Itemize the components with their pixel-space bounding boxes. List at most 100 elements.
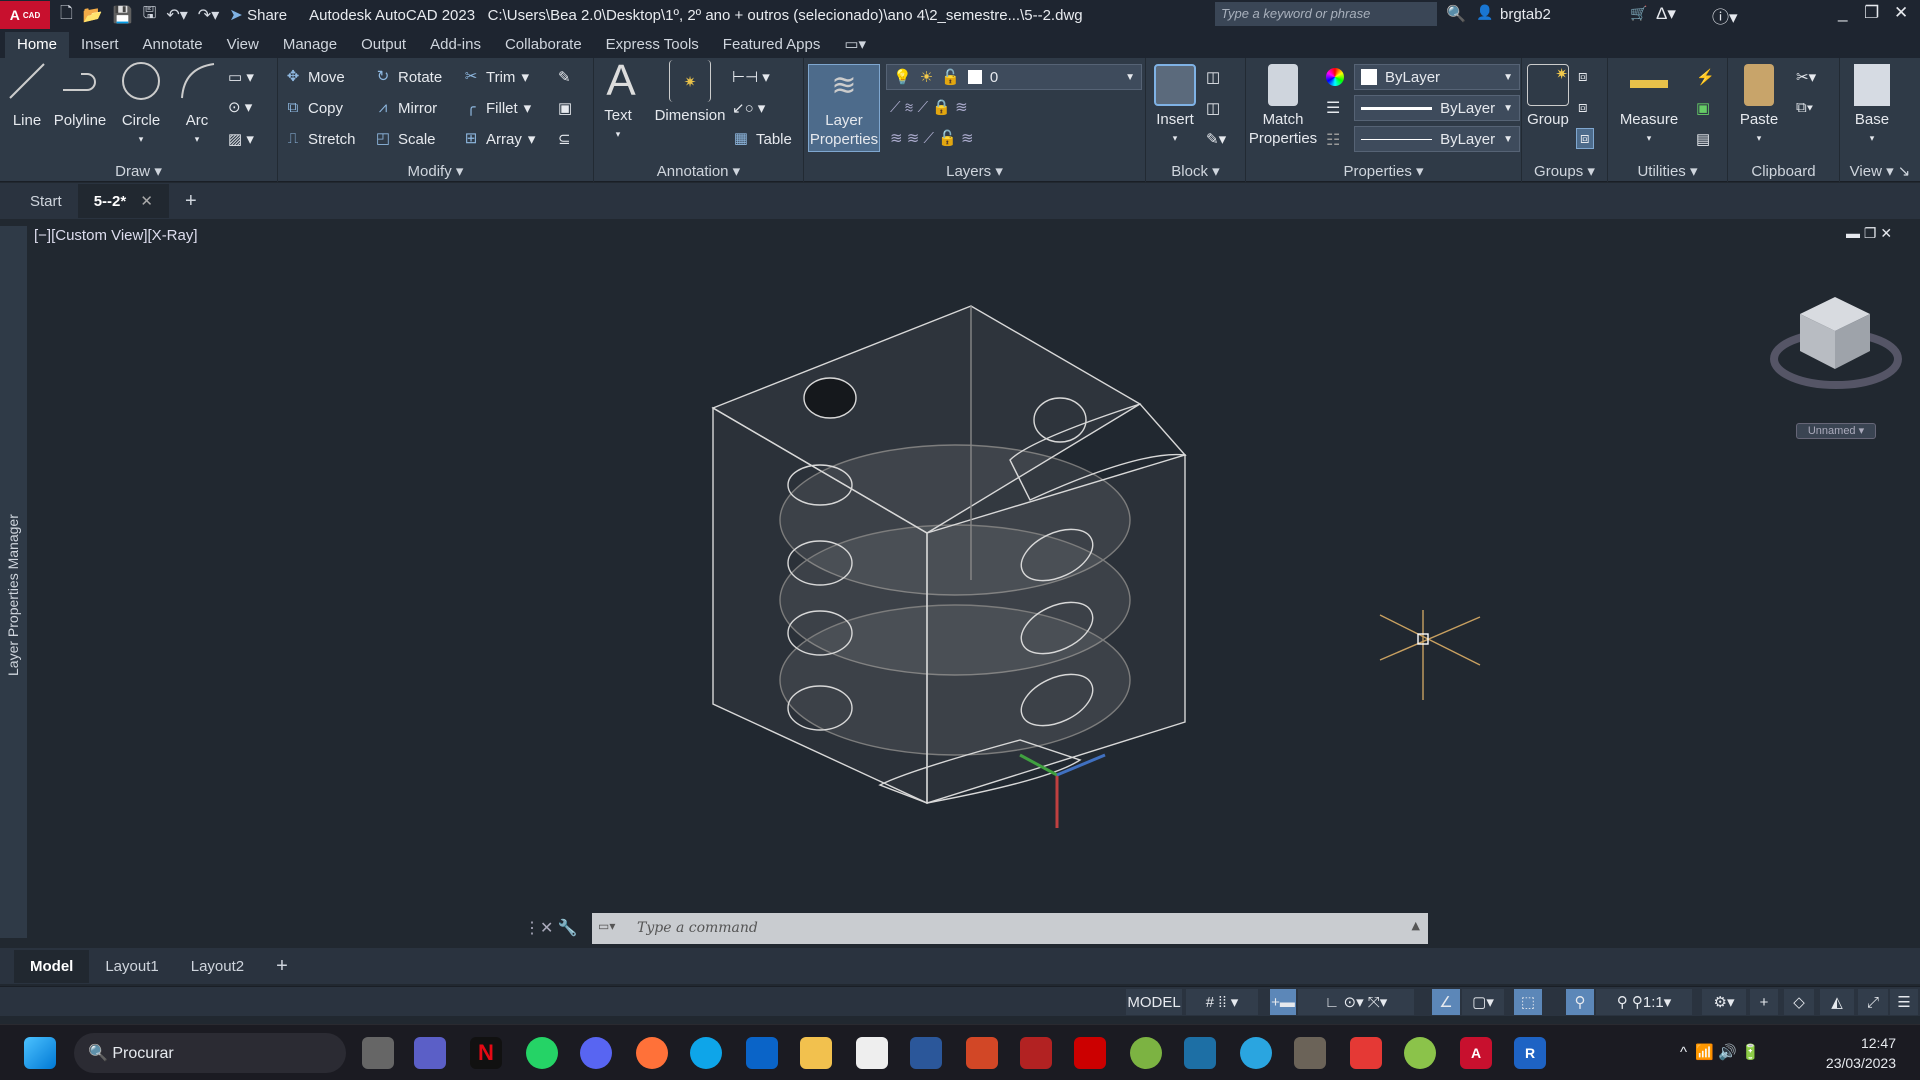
firefox-icon[interactable] <box>636 1037 668 1069</box>
virtualbox-icon[interactable] <box>1184 1037 1216 1069</box>
group-selection-icon[interactable]: ⧈ <box>1576 128 1594 149</box>
trim-button[interactable]: ✂ Trim ▾ <box>462 68 529 86</box>
layout1-tab[interactable]: Layout1 <box>89 950 174 983</box>
group-edit-icon[interactable]: ⧈ <box>1578 99 1588 116</box>
drawing-canvas[interactable] <box>0 219 1920 947</box>
paint-icon[interactable] <box>1240 1037 1272 1069</box>
start-tab[interactable]: Start <box>14 185 78 218</box>
leader-icon[interactable]: ↙○ ▾ <box>732 99 765 117</box>
layer-tools-row1-icon[interactable]: ⟋ ≋ ⟋ 🔒 ≋ <box>890 98 968 116</box>
polyline-button[interactable]: Polyline <box>50 60 110 130</box>
command-history-icon[interactable]: ▲ <box>1412 919 1420 932</box>
notepad-icon[interactable] <box>856 1037 888 1069</box>
object-snap-tracking-icon[interactable]: ∠ <box>1432 989 1460 1015</box>
ungroup-icon[interactable]: ⧈ <box>1578 68 1588 85</box>
close-tab-icon[interactable]: ✕ <box>140 193 153 210</box>
filezilla-icon[interactable] <box>1020 1037 1052 1069</box>
attribute-icon[interactable]: ✎▾ <box>1206 130 1226 148</box>
start-button[interactable] <box>24 1037 56 1069</box>
groups-panel-label[interactable]: Groups ▾ <box>1522 162 1607 180</box>
revit-icon[interactable]: R <box>1514 1037 1546 1069</box>
layers-panel-label[interactable]: Layers ▾ <box>804 162 1145 180</box>
app-r-icon[interactable] <box>1074 1037 1106 1069</box>
new-icon[interactable]: 🗋 <box>60 2 73 29</box>
command-input[interactable]: Type a command ▲ ▭▾ <box>592 913 1428 944</box>
clipboard-panel-label[interactable]: Clipboard <box>1728 163 1839 180</box>
named-view-dropdown[interactable]: Unnamed ▾ <box>1796 423 1876 439</box>
system-tray-icons[interactable]: ^ 📶 🔊 🔋 <box>1680 1043 1760 1061</box>
tab-view[interactable]: View <box>215 32 271 58</box>
new-layout-button[interactable]: + <box>260 951 304 982</box>
scale-button[interactable]: ◰ Scale <box>374 130 436 148</box>
save-as-icon[interactable]: 🖫 <box>143 2 157 29</box>
object-snap-icon[interactable]: ▢▾ <box>1462 989 1504 1015</box>
tab-home[interactable]: Home <box>5 32 70 58</box>
ellipse-icon[interactable]: ⊙ ▾ <box>228 98 252 116</box>
cart-icon[interactable]: 🛒 <box>1630 5 1647 22</box>
paste-button[interactable]: Paste ▾ <box>1734 64 1784 148</box>
arc-button[interactable]: Arc ▾ <box>172 60 222 149</box>
tab-insert[interactable]: Insert <box>69 32 131 58</box>
clock[interactable]: 12:47 23/03/2023 <box>1800 1033 1896 1073</box>
drawing-tab[interactable]: 5--2* ✕ <box>77 184 169 218</box>
insert-button[interactable]: Insert ▾ <box>1150 64 1200 148</box>
edge-icon[interactable] <box>690 1037 722 1069</box>
hatch-icon[interactable]: ▨ ▾ <box>228 130 254 148</box>
edit-block-icon[interactable]: ◫ <box>1206 99 1220 117</box>
save-icon[interactable]: 💾 <box>113 5 133 25</box>
word-icon[interactable] <box>910 1037 942 1069</box>
netflix-icon[interactable]: N <box>470 1037 502 1069</box>
mirror-button[interactable]: ⩘ Mirror <box>374 99 437 117</box>
isolate-objects-icon[interactable]: ◇ <box>1784 989 1814 1015</box>
view-panel-label[interactable]: View ▾ ↘ <box>1840 162 1920 180</box>
color-dropdown[interactable]: ByLayer ▼ <box>1354 64 1520 90</box>
modify-panel-label[interactable]: Modify ▾ <box>278 162 593 180</box>
file-explorer-icon[interactable] <box>800 1037 832 1069</box>
tab-collaborate[interactable]: Collaborate <box>493 32 594 58</box>
close-button[interactable]: ✕ <box>1894 3 1908 23</box>
whatsapp-icon[interactable] <box>526 1037 558 1069</box>
model-tab[interactable]: Model <box>14 949 90 983</box>
model-space-button[interactable]: MODEL <box>1126 989 1182 1015</box>
drawing-viewport[interactable]: [−][Custom View][X-Ray] ▬ ❐ ✕ Unnamed ▾ <box>0 219 1920 947</box>
tab-annotate[interactable]: Annotate <box>131 32 215 58</box>
hardware-acceleration-icon[interactable]: ◭ <box>1820 989 1854 1015</box>
rotate-button[interactable]: ↻ Rotate <box>374 68 443 86</box>
table-button[interactable]: ▦ Table <box>732 130 792 148</box>
layer-properties-manager-palette[interactable]: Layer Properties Manager <box>0 226 27 938</box>
discord-icon[interactable] <box>580 1037 612 1069</box>
workspace-gear-icon[interactable]: ⚙▾ <box>1702 989 1746 1015</box>
open-icon[interactable]: 📂 <box>83 5 103 25</box>
undo-icon[interactable]: ↶▾ <box>166 5 187 25</box>
copy-clip-icon[interactable]: ⧉▾ <box>1796 99 1813 116</box>
group-button[interactable]: ✷ Group <box>1524 64 1572 129</box>
draw-panel-label[interactable]: Draw ▾ <box>0 162 277 180</box>
annotation-panel-label[interactable]: Annotation ▾ <box>594 162 803 180</box>
app-green-icon[interactable] <box>1404 1037 1436 1069</box>
command-prompt-icon[interactable]: ▭▾ <box>598 919 615 933</box>
offset-icon[interactable]: ⊆ <box>558 130 571 148</box>
array-button[interactable]: ⊞ Array ▾ <box>462 130 536 148</box>
tab-add-ins[interactable]: Add-ins <box>418 32 493 58</box>
layer-tools-row2-icon[interactable]: ≋ ≋ ⟋ 🔓 ≋ <box>890 129 974 147</box>
viewcube[interactable] <box>1770 297 1902 389</box>
base-button[interactable]: Base ▾ <box>1846 64 1898 148</box>
properties-panel-label[interactable]: Properties ▾ <box>1246 162 1521 180</box>
measure-button[interactable]: Measure ▾ <box>1614 64 1684 148</box>
copy-button[interactable]: ⧉ Copy <box>284 99 343 117</box>
powerpoint-icon[interactable] <box>966 1037 998 1069</box>
autodesk-icon[interactable]: Δ▾ <box>1656 4 1676 24</box>
explode-icon[interactable]: ▣ <box>558 99 572 117</box>
qgis-icon[interactable] <box>1130 1037 1162 1069</box>
share-button[interactable]: ➤ Share <box>229 5 287 25</box>
layer-properties-button[interactable]: ≋ Layer Properties <box>808 64 880 152</box>
block-panel-label[interactable]: Block ▾ <box>1146 162 1245 180</box>
new-tab-button[interactable]: + <box>169 186 213 217</box>
line-button[interactable]: Line <box>4 60 50 130</box>
layer-dropdown[interactable]: 💡 ☀ 🔓 0 ▼ <box>886 64 1142 90</box>
tab-output[interactable]: Output <box>349 32 418 58</box>
search-icon[interactable]: 🔍 <box>1446 4 1466 24</box>
dimension-button[interactable]: ✷ Dimension <box>652 60 728 125</box>
lineweight-dropdown[interactable]: ByLayer ▼ <box>1354 95 1520 121</box>
quick-select-icon[interactable]: ⚡ <box>1696 68 1715 86</box>
